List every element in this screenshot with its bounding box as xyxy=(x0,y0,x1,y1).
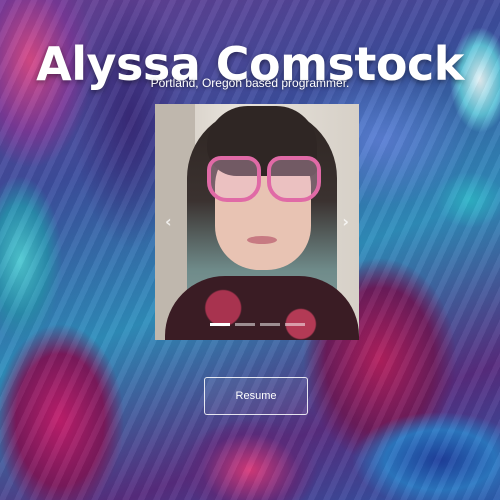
page-subtitle: Portland, Oregon based programmer. xyxy=(150,76,350,90)
carousel-indicator[interactable] xyxy=(234,323,255,326)
carousel-indicators xyxy=(155,323,359,326)
carousel-indicator[interactable] xyxy=(259,323,280,326)
carousel-indicator[interactable] xyxy=(209,323,230,326)
chevron-right-icon[interactable]: › xyxy=(342,212,349,231)
carousel-indicator[interactable] xyxy=(284,323,305,326)
chevron-left-icon[interactable]: ‹ xyxy=(165,212,172,231)
portrait-photo xyxy=(155,104,359,340)
resume-button[interactable]: Resume xyxy=(204,377,308,415)
photo-carousel[interactable]: ‹ › xyxy=(155,104,359,340)
